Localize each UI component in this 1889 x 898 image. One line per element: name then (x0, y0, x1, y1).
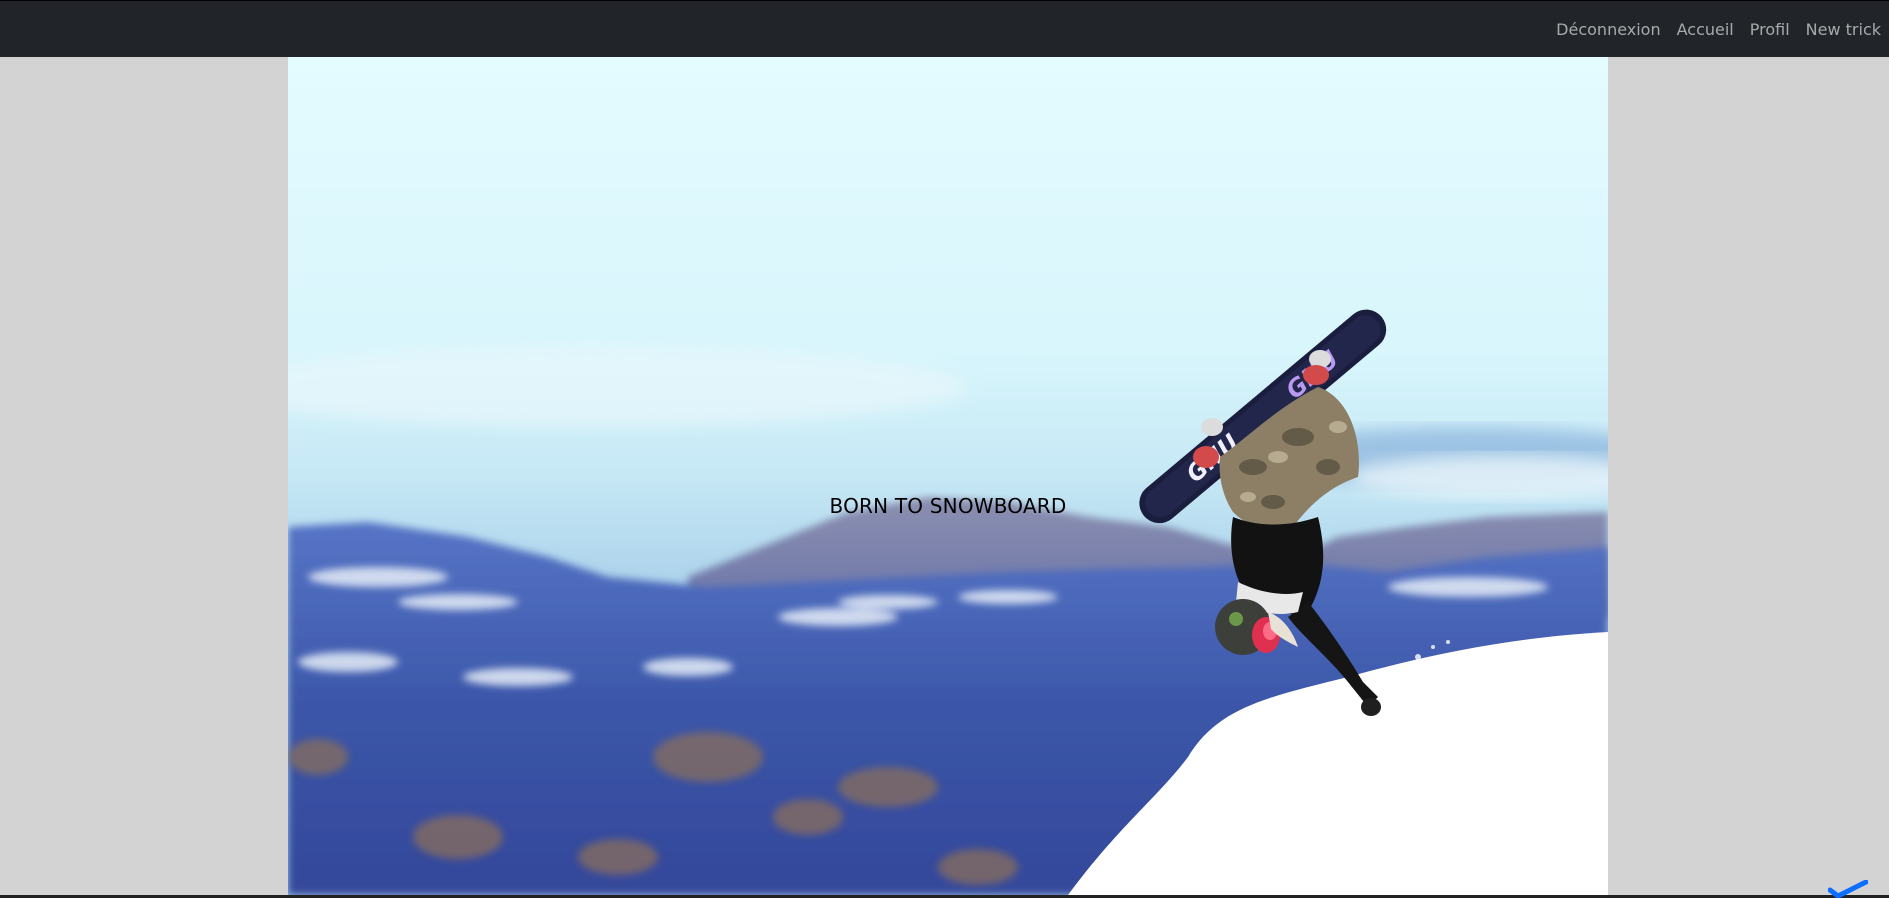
checkmark-icon (1828, 880, 1868, 898)
hero-banner: GNU GNU (288, 57, 1608, 895)
navbar: Déconnexion Accueil Profil New trick (0, 0, 1889, 57)
nav-new-trick-link[interactable]: New trick (1806, 20, 1881, 39)
snowboarder-photo: GNU GNU (288, 57, 1608, 895)
hero-title: BORN TO SNOWBOARD (829, 494, 1067, 518)
nav-links: Déconnexion Accueil Profil New trick (1556, 1, 1889, 58)
nav-logout-link[interactable]: Déconnexion (1556, 20, 1660, 39)
nav-profile-link[interactable]: Profil (1750, 20, 1790, 39)
nav-home-link[interactable]: Accueil (1677, 20, 1734, 39)
